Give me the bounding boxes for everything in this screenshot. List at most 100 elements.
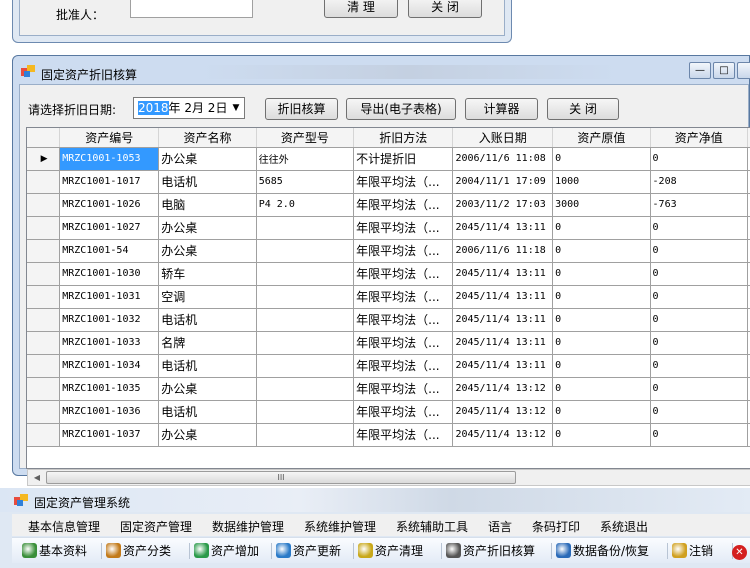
table-row[interactable]: ▶ MRZC1001-1053 办公桌 往往外 不计提折旧 2006/11/6 11:08…	[27, 147, 750, 171]
table-cell[interactable]: 0	[552, 216, 651, 240]
table-cell[interactable]: 办公桌	[158, 239, 257, 263]
menu-item[interactable]: 数据维护管理	[212, 518, 284, 535]
table-cell[interactable]: 0	[650, 400, 749, 424]
table-cell[interactable]: MRZC1001-1026	[59, 193, 160, 217]
table-row[interactable]: MRZC1001-1031 空调 年限平均法（... 2045/11/4 13:11 0…	[27, 285, 750, 309]
exit-icon[interactable]: ✕	[732, 542, 747, 560]
table-cell[interactable]: 不计提折旧	[353, 147, 454, 171]
table-cell[interactable]	[256, 262, 355, 286]
table-cell[interactable]: 2045/11/4 13:11	[452, 308, 554, 332]
row-header[interactable]	[27, 193, 61, 217]
row-header[interactable]	[27, 170, 61, 194]
table-cell[interactable]: 0	[650, 354, 749, 378]
table-cell[interactable]: MRZC1001-1032	[59, 308, 160, 332]
menu-item[interactable]: 条码打印	[532, 518, 580, 535]
table-cell[interactable]: MRZC1001-1031	[59, 285, 160, 309]
table-cell[interactable]: 2045/11/4 13:11	[452, 285, 554, 309]
calculator-button[interactable]: 计算器	[465, 98, 538, 120]
table-cell[interactable]: 年限平均法（...	[353, 400, 454, 424]
table-cell[interactable]: 2045/11/4 13:11	[452, 331, 554, 355]
table-cell[interactable]: -763	[650, 193, 749, 217]
table-cell[interactable]: 办公桌	[158, 377, 257, 401]
table-cell[interactable]: 2045/11/4 13:12	[452, 400, 554, 424]
table-row[interactable]: MRZC1001-1037 办公桌 年限平均法（... 2045/11/4 13:12…	[27, 423, 750, 447]
table-cell[interactable]: 2003/11/2 17:03	[452, 193, 554, 217]
toolbar-button[interactable]: 注销	[672, 542, 713, 560]
chevron-down-icon[interactable]: ▼	[228, 98, 244, 118]
table-cell[interactable]: 2045/11/4 13:12	[452, 423, 554, 447]
table-cell[interactable]: 0	[650, 239, 749, 263]
current-row-arrow-icon[interactable]: ▶	[27, 147, 61, 171]
table-row[interactable]: MRZC1001-1033 名牌 年限平均法（... 2045/11/4 13:11 0…	[27, 331, 750, 355]
table-cell[interactable]: 往往外	[256, 147, 355, 171]
table-cell[interactable]: MRZC1001-1034	[59, 354, 160, 378]
table-cell[interactable]: 名牌	[158, 331, 257, 355]
clear-button[interactable]: 清 理	[324, 0, 398, 18]
menu-item[interactable]: 系统维护管理	[304, 518, 376, 535]
table-cell[interactable]: 年限平均法（...	[353, 354, 454, 378]
table-cell[interactable]: 办公桌	[158, 216, 257, 240]
table-row[interactable]: MRZC1001-1036 电话机 年限平均法（... 2045/11/4 13:12…	[27, 400, 750, 424]
asset-grid[interactable]: 资产编号 资产名称 资产型号 折旧方法 入账日期 资产原值 资产净值 ▶ MRZC1001-1…	[26, 127, 750, 469]
table-cell[interactable]: 0	[552, 354, 651, 378]
column-header[interactable]: 资产原值	[552, 128, 651, 148]
table-cell[interactable]	[256, 400, 355, 424]
table-row[interactable]: MRZC1001-1035 办公桌 年限平均法（... 2045/11/4 13:12…	[27, 377, 750, 401]
table-cell[interactable]: 0	[650, 331, 749, 355]
menu-item[interactable]: 系统退出	[600, 518, 648, 535]
minimize-button[interactable]: —	[689, 62, 711, 79]
table-cell[interactable]: 轿车	[158, 262, 257, 286]
menu-item[interactable]: 固定资产管理	[120, 518, 192, 535]
table-cell[interactable]: 年限平均法（...	[353, 331, 454, 355]
row-header[interactable]	[27, 423, 61, 447]
table-cell[interactable]	[256, 239, 355, 263]
row-header[interactable]	[27, 216, 61, 240]
toolbar-button[interactable]: 资产分类	[106, 542, 171, 560]
table-cell[interactable]: 0	[552, 400, 651, 424]
top-close-button[interactable]: 关 闭	[408, 0, 482, 18]
toolbar-button[interactable]: 资产更新	[276, 542, 341, 560]
table-cell[interactable]: 2004/11/1 17:09	[452, 170, 554, 194]
scroll-left-icon[interactable]: ◀	[30, 472, 44, 484]
table-cell[interactable]: 0	[552, 285, 651, 309]
horizontal-scrollbar[interactable]: ◀ III	[27, 469, 750, 486]
table-cell[interactable]: 0	[552, 377, 651, 401]
table-cell[interactable]: 2045/11/4 13:11	[452, 354, 554, 378]
row-header[interactable]	[27, 354, 61, 378]
table-cell[interactable]: 年限平均法（...	[353, 377, 454, 401]
toolbar-button[interactable]: 数据备份/恢复	[556, 542, 649, 560]
table-cell[interactable]: 2045/11/4 13:11	[452, 262, 554, 286]
table-cell[interactable]: 0	[650, 262, 749, 286]
approver-field[interactable]	[130, 0, 253, 18]
table-cell[interactable]: 2045/11/4 13:11	[452, 216, 554, 240]
table-cell[interactable]: 2045/11/4 13:12	[452, 377, 554, 401]
table-cell[interactable]: 0	[552, 239, 651, 263]
table-cell[interactable]	[256, 354, 355, 378]
maximize-button[interactable]: □	[713, 62, 735, 79]
table-cell[interactable]: -208	[650, 170, 749, 194]
row-header[interactable]	[27, 262, 61, 286]
toolbar-button[interactable]: 基本资料	[22, 542, 87, 560]
export-spreadsheet-button[interactable]: 导出(电子表格)	[346, 98, 456, 120]
table-cell[interactable]: 年限平均法（...	[353, 216, 454, 240]
table-cell[interactable]: 办公桌	[158, 147, 257, 171]
table-cell[interactable]: 电话机	[158, 170, 257, 194]
menu-item[interactable]: 语言	[488, 518, 512, 535]
toolbar-button[interactable]: 资产清理	[358, 542, 423, 560]
toolbar-button[interactable]: 资产增加	[194, 542, 259, 560]
table-cell[interactable]: 年限平均法（...	[353, 239, 454, 263]
table-cell[interactable]: 1000	[552, 170, 651, 194]
row-header[interactable]	[27, 377, 61, 401]
date-picker[interactable]: 2018年 2月 2日 ▼	[133, 97, 245, 119]
table-cell[interactable]: 0	[552, 308, 651, 332]
table-cell[interactable]: MRZC1001-1030	[59, 262, 160, 286]
table-row[interactable]: MRZC1001-1030 轿车 年限平均法（... 2045/11/4 13:11 0…	[27, 262, 750, 286]
table-cell[interactable]: 年限平均法（...	[353, 170, 454, 194]
row-header[interactable]	[27, 285, 61, 309]
table-cell[interactable]: 0	[650, 423, 749, 447]
table-cell[interactable]: 3000	[552, 193, 651, 217]
close-window-button[interactable]	[737, 62, 750, 79]
table-cell[interactable]: 年限平均法（...	[353, 262, 454, 286]
depreciation-calc-button[interactable]: 折旧核算	[265, 98, 338, 120]
table-cell[interactable]: 电话机	[158, 308, 257, 332]
